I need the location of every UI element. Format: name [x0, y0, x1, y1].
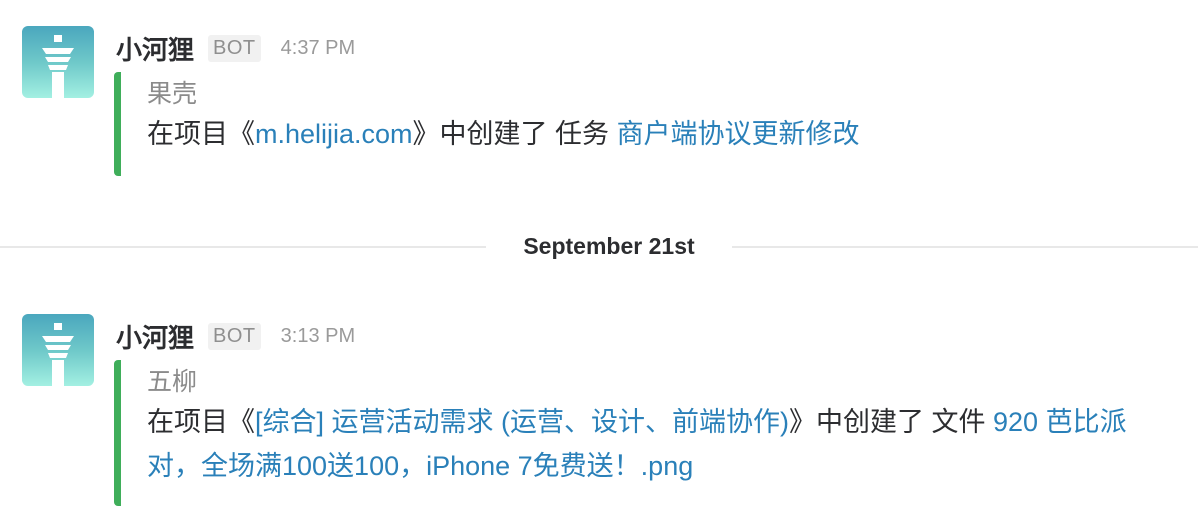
text-middle: 》中创建了 文件 — [789, 407, 994, 437]
sender-name[interactable]: 小河狸 — [116, 30, 194, 67]
sender-name[interactable]: 小河狸 — [116, 318, 194, 355]
message-header: 小河狸 BOT 3:13 PM — [116, 316, 355, 356]
date-divider-label[interactable]: September 21st — [486, 228, 732, 264]
lighthouse-icon — [42, 323, 74, 386]
bot-badge: BOT — [208, 34, 261, 62]
task-link[interactable]: 商户端协议更新修改 — [617, 119, 860, 149]
project-link[interactable]: [综合] 运营活动需求 (运营、设计、前端协作) — [255, 407, 789, 437]
attachment-author: 五柳 — [147, 368, 198, 396]
attachment-text: 在项目《m.helijia.com》中创建了 任务 商户端协议更新修改 — [147, 112, 1157, 156]
text-middle: 》中创建了 任务 — [412, 119, 617, 149]
attachment-author: 果壳 — [147, 80, 198, 108]
message-attachment: 果壳 在项目《m.helijia.com》中创建了 任务 商户端协议更新修改 — [114, 72, 1157, 176]
text-prefix: 在项目《 — [147, 119, 255, 149]
message-attachment: 五柳 在项目《[综合] 运营活动需求 (运营、设计、前端协作)》中创建了 文件 … — [114, 360, 1157, 506]
timestamp[interactable]: 3:13 PM — [281, 325, 355, 348]
message-header: 小河狸 BOT 4:37 PM — [116, 28, 355, 68]
bot-badge: BOT — [208, 322, 261, 350]
bot-avatar[interactable] — [22, 26, 94, 98]
bot-avatar[interactable] — [22, 314, 94, 386]
text-prefix: 在项目《 — [147, 407, 255, 437]
timestamp[interactable]: 4:37 PM — [281, 37, 355, 60]
attachment-text: 在项目《[综合] 运营活动需求 (运营、设计、前端协作)》中创建了 文件 920… — [147, 400, 1157, 488]
project-link[interactable]: m.helijia.com — [255, 119, 413, 149]
lighthouse-icon — [42, 35, 74, 98]
